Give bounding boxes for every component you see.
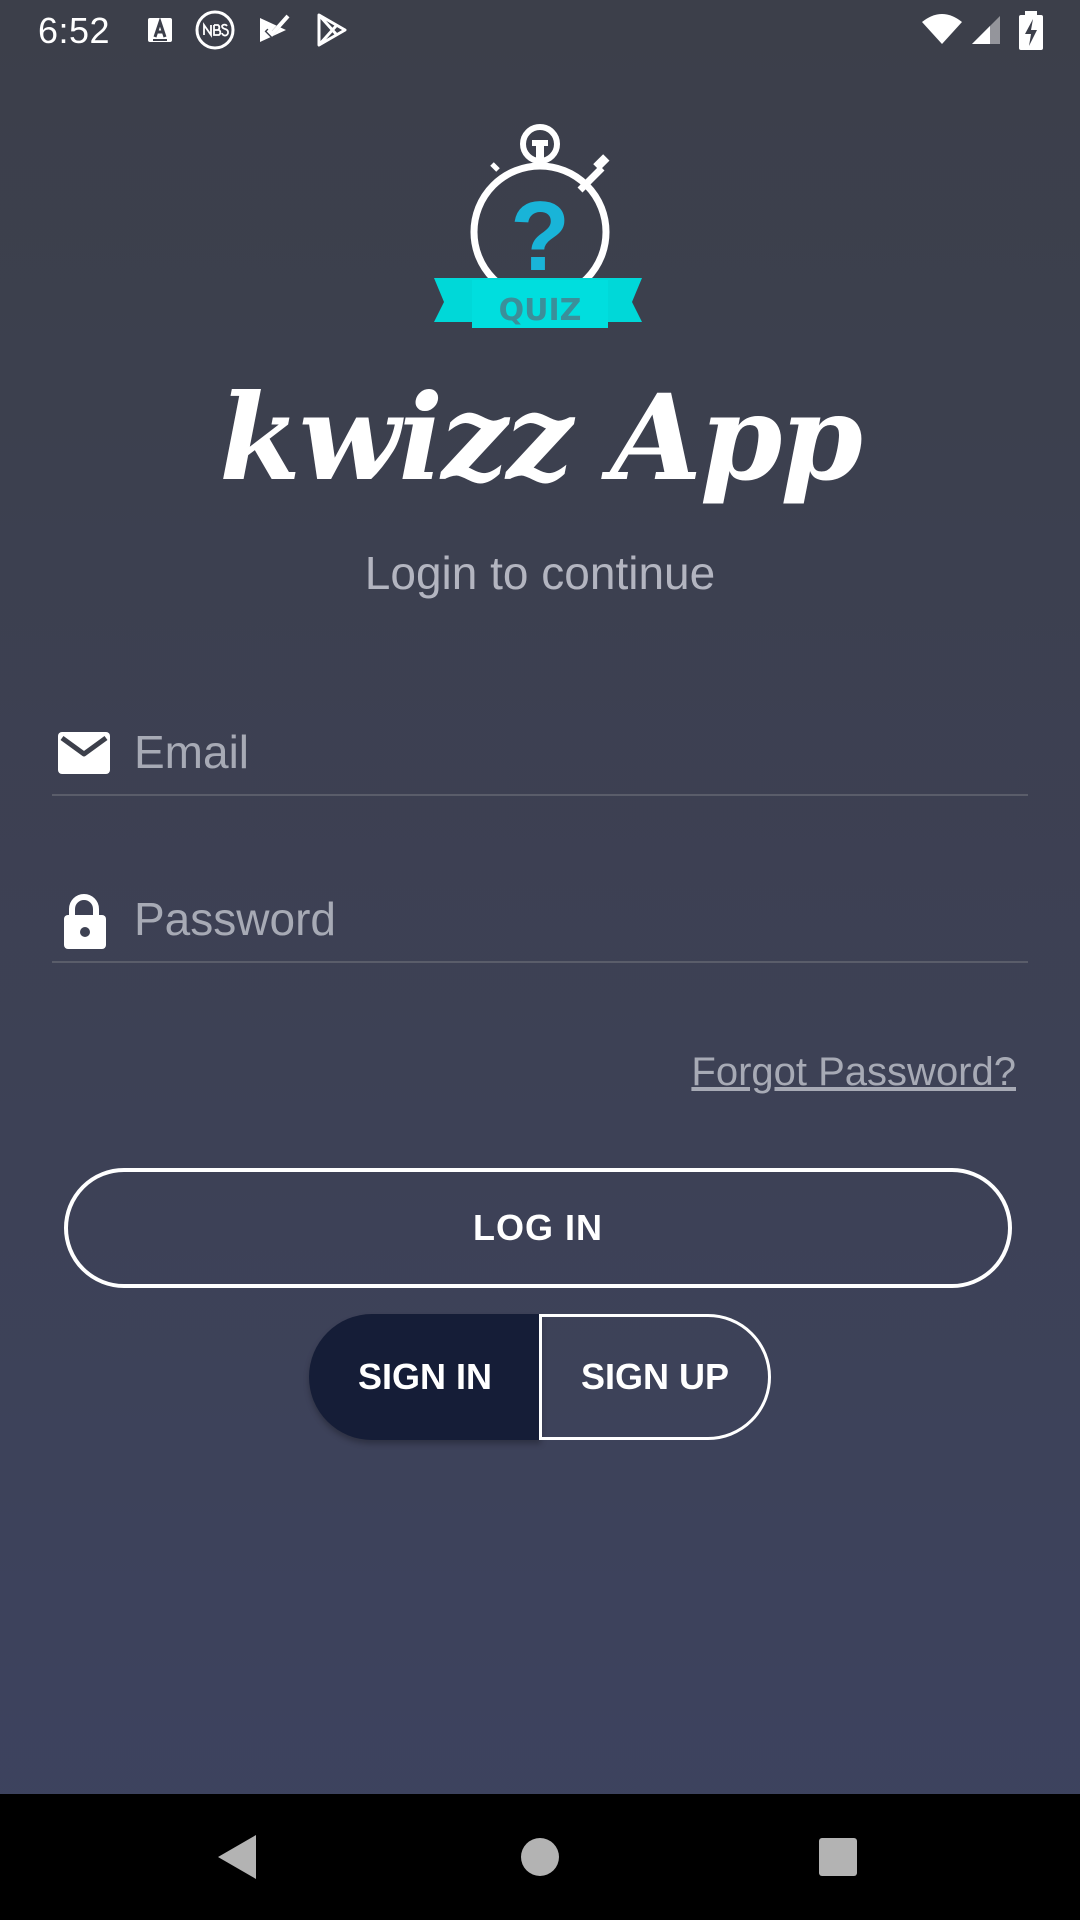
quiz-stopwatch-logo: ? QUIZ <box>434 124 642 328</box>
sign-up-tab[interactable]: SIGN UP <box>539 1314 771 1440</box>
battery-charging-icon <box>1019 11 1043 50</box>
status-time: 6:52 <box>38 10 111 51</box>
password-field[interactable] <box>52 877 1028 963</box>
quiz-banner: QUIZ <box>434 278 642 328</box>
auth-mode-toggle: SIGN IN SIGN UP <box>309 1314 771 1440</box>
forgot-password-link[interactable]: Forgot Password? <box>691 1050 1016 1095</box>
log-in-button[interactable]: LOG IN <box>64 1168 1012 1288</box>
quiz-badge-text: QUIZ <box>499 293 582 328</box>
play-store-icon <box>317 13 347 47</box>
check-flag-icon <box>260 14 290 42</box>
email-field[interactable] <box>52 710 1028 796</box>
lock-icon <box>64 894 106 949</box>
question-mark: ? <box>510 181 570 291</box>
back-icon[interactable] <box>208 1827 268 1887</box>
home-icon[interactable] <box>510 1827 570 1887</box>
login-subtitle: Login to continue <box>364 547 716 599</box>
text-a-icon <box>148 17 172 42</box>
system-nav-bar <box>0 1794 1080 1920</box>
wifi-icon <box>922 14 962 44</box>
cell-signal-icon <box>972 16 1000 44</box>
recents-icon[interactable] <box>808 1827 868 1887</box>
mail-icon <box>58 732 110 774</box>
sign-in-tab[interactable]: SIGN IN <box>309 1314 541 1440</box>
status-bar: 6:52 <box>0 0 1080 64</box>
app-title: kwizz App <box>219 368 863 507</box>
email-input[interactable] <box>134 710 1014 794</box>
password-input[interactable] <box>134 877 1014 961</box>
nbs-icon <box>195 10 235 50</box>
